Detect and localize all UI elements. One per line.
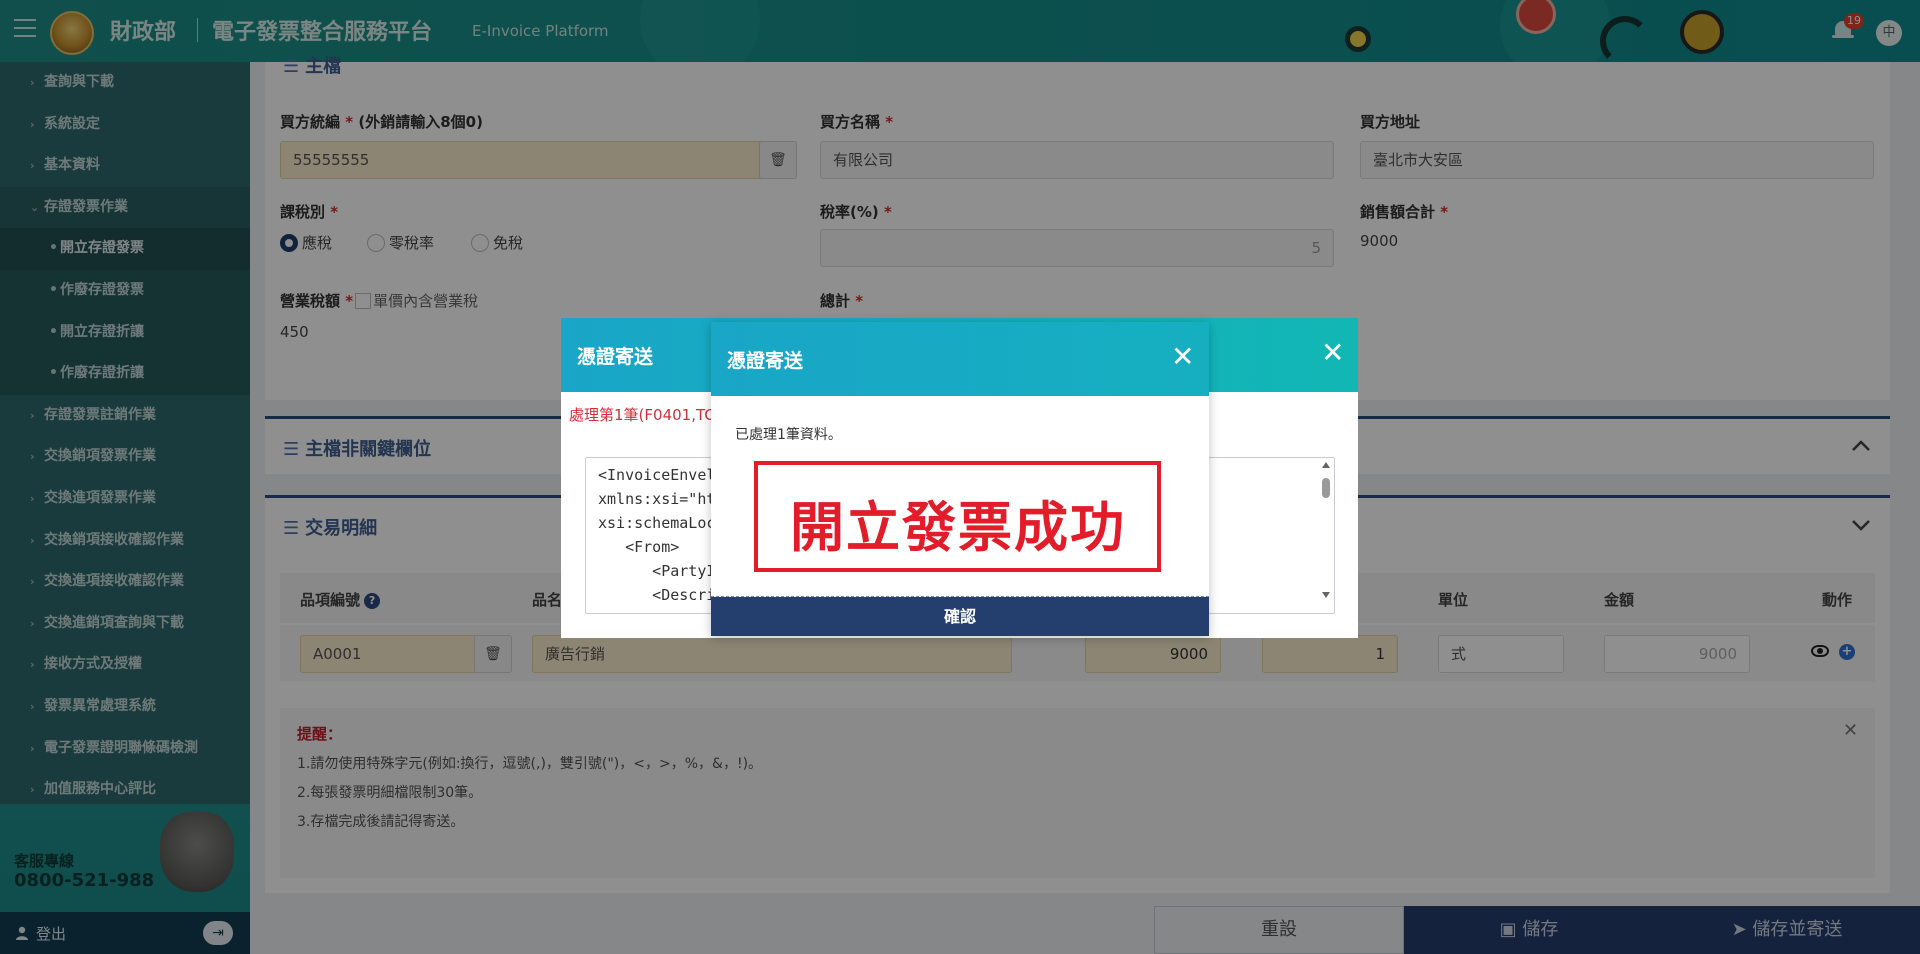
modal-title: 憑證寄送 <box>577 346 654 368</box>
certificate-send-modal: 憑證寄送 ✕ 已處理1筆資料。 開立發票成功 確認 <box>711 322 1209 636</box>
modal-title: 憑證寄送 <box>727 350 804 372</box>
scroll-down-icon[interactable] <box>1322 592 1330 598</box>
processed-count-text: 已處理1筆資料。 <box>735 427 842 443</box>
success-message: 開立發票成功 <box>790 496 1126 559</box>
xml-line: <InvoiceEnvelo <box>598 466 725 484</box>
scrollbar-thumb[interactable] <box>1322 478 1330 498</box>
close-icon[interactable]: ✕ <box>1171 340 1194 373</box>
confirm-button[interactable]: 確認 <box>711 597 1209 636</box>
xml-line: <From> <box>598 538 680 556</box>
success-banner: 開立發票成功 <box>754 461 1161 572</box>
close-icon[interactable]: ✕ <box>1321 336 1344 369</box>
processing-status: 處理第1筆(F0401,TC <box>569 406 715 424</box>
scrollbar[interactable] <box>1319 460 1333 610</box>
xml-line: xsi:schemaLoca <box>598 514 725 532</box>
modal-header: 憑證寄送 ✕ <box>711 322 1209 396</box>
scroll-up-icon[interactable] <box>1322 462 1330 468</box>
